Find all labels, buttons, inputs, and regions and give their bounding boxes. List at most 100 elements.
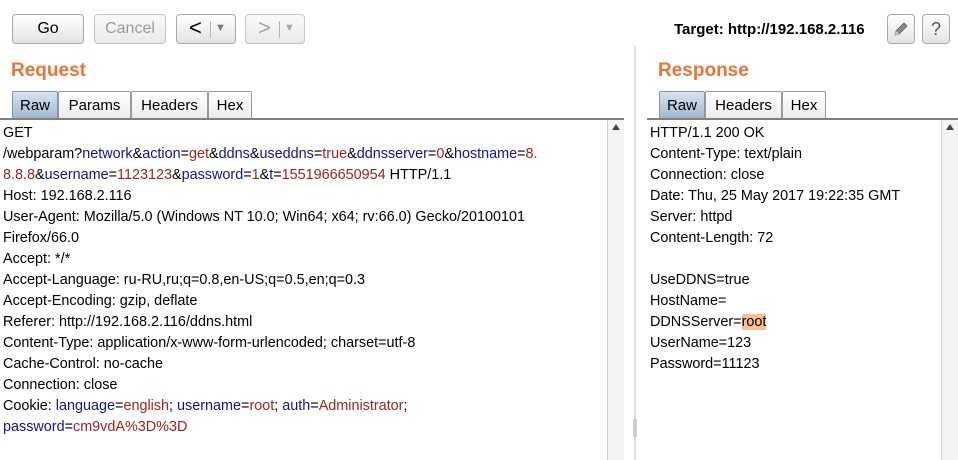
- scroll-up-arrow-icon[interactable]: [612, 124, 620, 130]
- divider-grip-icon[interactable]: [633, 419, 637, 437]
- request-line: Accept: */*: [3, 249, 605, 270]
- help-button[interactable]: ?: [922, 14, 950, 44]
- response-scrollbar[interactable]: [941, 120, 958, 460]
- request-text: =: [64, 419, 73, 435]
- response-line: Content-Type: text/plain: [650, 144, 940, 165]
- response-text: Connection: close: [650, 167, 765, 183]
- request-param-value: get: [189, 146, 210, 162]
- panel-divider[interactable]: [626, 46, 644, 460]
- request-text: Firefox/66.0: [3, 230, 79, 246]
- request-line: 8.8.8&username=1123123&password=1&t=1551…: [3, 165, 605, 186]
- response-line: HTTP/1.1 200 OK: [650, 123, 940, 144]
- pencil-icon: [894, 22, 908, 36]
- request-tab-raw[interactable]: Raw: [12, 91, 58, 118]
- request-text: &: [35, 167, 45, 183]
- response-line: Date: Thu, 25 May 2017 19:22:35 GMT: [650, 186, 940, 207]
- request-line: Cache-Control: no-cache: [3, 354, 605, 375]
- response-text: UserName=123: [650, 335, 752, 351]
- request-param-name: network: [82, 146, 133, 162]
- back-button[interactable]: < ▼: [176, 14, 236, 44]
- request-tab-hex[interactable]: Hex: [208, 91, 252, 118]
- help-icon: ?: [930, 18, 941, 39]
- response-text: Password=11123: [650, 356, 760, 372]
- request-param-value: true: [322, 146, 348, 162]
- request-text: &: [172, 167, 182, 183]
- request-text: Referer: http://192.168.2.116/ddns.html: [3, 314, 253, 330]
- response-highlighted-text: root: [741, 314, 767, 330]
- request-param-name: auth: [282, 398, 311, 414]
- request-line: Referer: http://192.168.2.116/ddns.html: [3, 312, 605, 333]
- request-text: Host: 192.168.2.116: [3, 188, 132, 204]
- request-param-name: ddns: [218, 146, 250, 162]
- request-param-value: 8.8.8: [3, 167, 36, 183]
- request-text: &: [444, 146, 454, 162]
- forward-arrow-icon: >: [258, 14, 271, 40]
- request-line: User-Agent: Mozilla/5.0 (Windows NT 10.0…: [3, 207, 605, 228]
- response-line: UseDDNS=true: [650, 270, 940, 291]
- forward-dropdown-icon[interactable]: ▼: [284, 22, 295, 34]
- response-text: Server: httpd: [650, 209, 733, 225]
- request-line: Host: 192.168.2.116: [3, 186, 605, 207]
- request-param-value: 1551966650954: [281, 167, 386, 183]
- request-text: &: [259, 167, 270, 183]
- response-line: Connection: close: [650, 165, 940, 186]
- request-text: Accept-Language: ru-RU,ru;q=0.8,en-US;q=…: [3, 272, 366, 288]
- request-text: =: [243, 167, 252, 183]
- response-tab-raw[interactable]: Raw: [659, 91, 705, 118]
- request-param-value: cm9vdA%3D%3D: [73, 419, 188, 435]
- request-text: Accept-Encoding: gzip, deflate: [3, 293, 198, 309]
- request-param-name: language: [55, 398, 116, 414]
- request-param-value: english: [123, 398, 170, 414]
- request-param-value: 1123123: [117, 167, 172, 183]
- request-text: GET: [3, 125, 33, 141]
- request-editor[interactable]: GET/webparam?network&action=get&ddns&use…: [3, 120, 605, 460]
- response-line: Password=11123: [650, 354, 940, 375]
- response-tab-headers[interactable]: Headers: [705, 91, 782, 118]
- response-text: HostName=: [650, 293, 727, 309]
- response-title: Response: [658, 60, 749, 81]
- request-text: =: [273, 167, 282, 183]
- target-label: Target: http://192.168.2.116: [674, 21, 865, 38]
- request-tab-params[interactable]: Params: [58, 91, 131, 118]
- request-tab-headers[interactable]: Headers: [131, 91, 208, 118]
- edit-target-button[interactable]: [887, 14, 915, 44]
- cancel-button[interactable]: Cancel: [94, 14, 166, 44]
- request-param-value: Administrator: [318, 398, 404, 414]
- request-text: &: [347, 146, 357, 162]
- response-editor[interactable]: HTTP/1.1 200 OK Content-Type: text/plain C…: [650, 120, 940, 460]
- request-text: =: [517, 146, 526, 162]
- request-param-value: 8.: [525, 146, 538, 162]
- request-line: Accept-Language: ru-RU,ru;q=0.8,en-US;q=…: [3, 270, 605, 291]
- request-text: HTTP/1.1: [385, 167, 452, 183]
- response-tab-hex[interactable]: Hex: [782, 91, 826, 118]
- request-scrollbar[interactable]: [607, 120, 624, 460]
- response-line: UserName=123: [650, 333, 940, 354]
- request-text: ;: [169, 398, 178, 414]
- request-param-name: username: [44, 167, 109, 183]
- request-param-name: action: [142, 146, 181, 162]
- request-text: Accept: */*: [3, 251, 71, 267]
- request-line: Content-Type: application/x-www-form-url…: [3, 333, 605, 354]
- request-line: password=cm9vdA%3D%3D: [3, 417, 605, 438]
- response-text: UseDDNS=true: [650, 272, 750, 288]
- request-param-name: hostname: [453, 146, 518, 162]
- request-text: &: [132, 146, 143, 162]
- back-arrow-icon: <: [189, 14, 202, 40]
- scroll-up-arrow-icon[interactable]: [946, 124, 954, 130]
- request-line: Connection: close: [3, 375, 605, 396]
- request-param-name: password: [181, 167, 244, 183]
- request-line: GET: [3, 123, 605, 144]
- request-text: ;: [403, 398, 408, 414]
- back-dropdown-icon[interactable]: ▼: [215, 22, 226, 34]
- request-text: Cache-Control: no-cache: [3, 356, 163, 372]
- request-param-name: password: [3, 419, 65, 435]
- request-text: /webparam?: [3, 146, 83, 162]
- request-line: Firefox/66.0: [3, 228, 605, 249]
- request-text: =: [108, 167, 118, 183]
- forward-button[interactable]: > ▼: [245, 14, 305, 44]
- request-text: =: [310, 398, 319, 414]
- response-text: Content-Length: 72: [650, 230, 774, 246]
- request-param-value: 1: [251, 167, 260, 183]
- response-line: [650, 249, 940, 270]
- go-button[interactable]: Go: [12, 14, 84, 44]
